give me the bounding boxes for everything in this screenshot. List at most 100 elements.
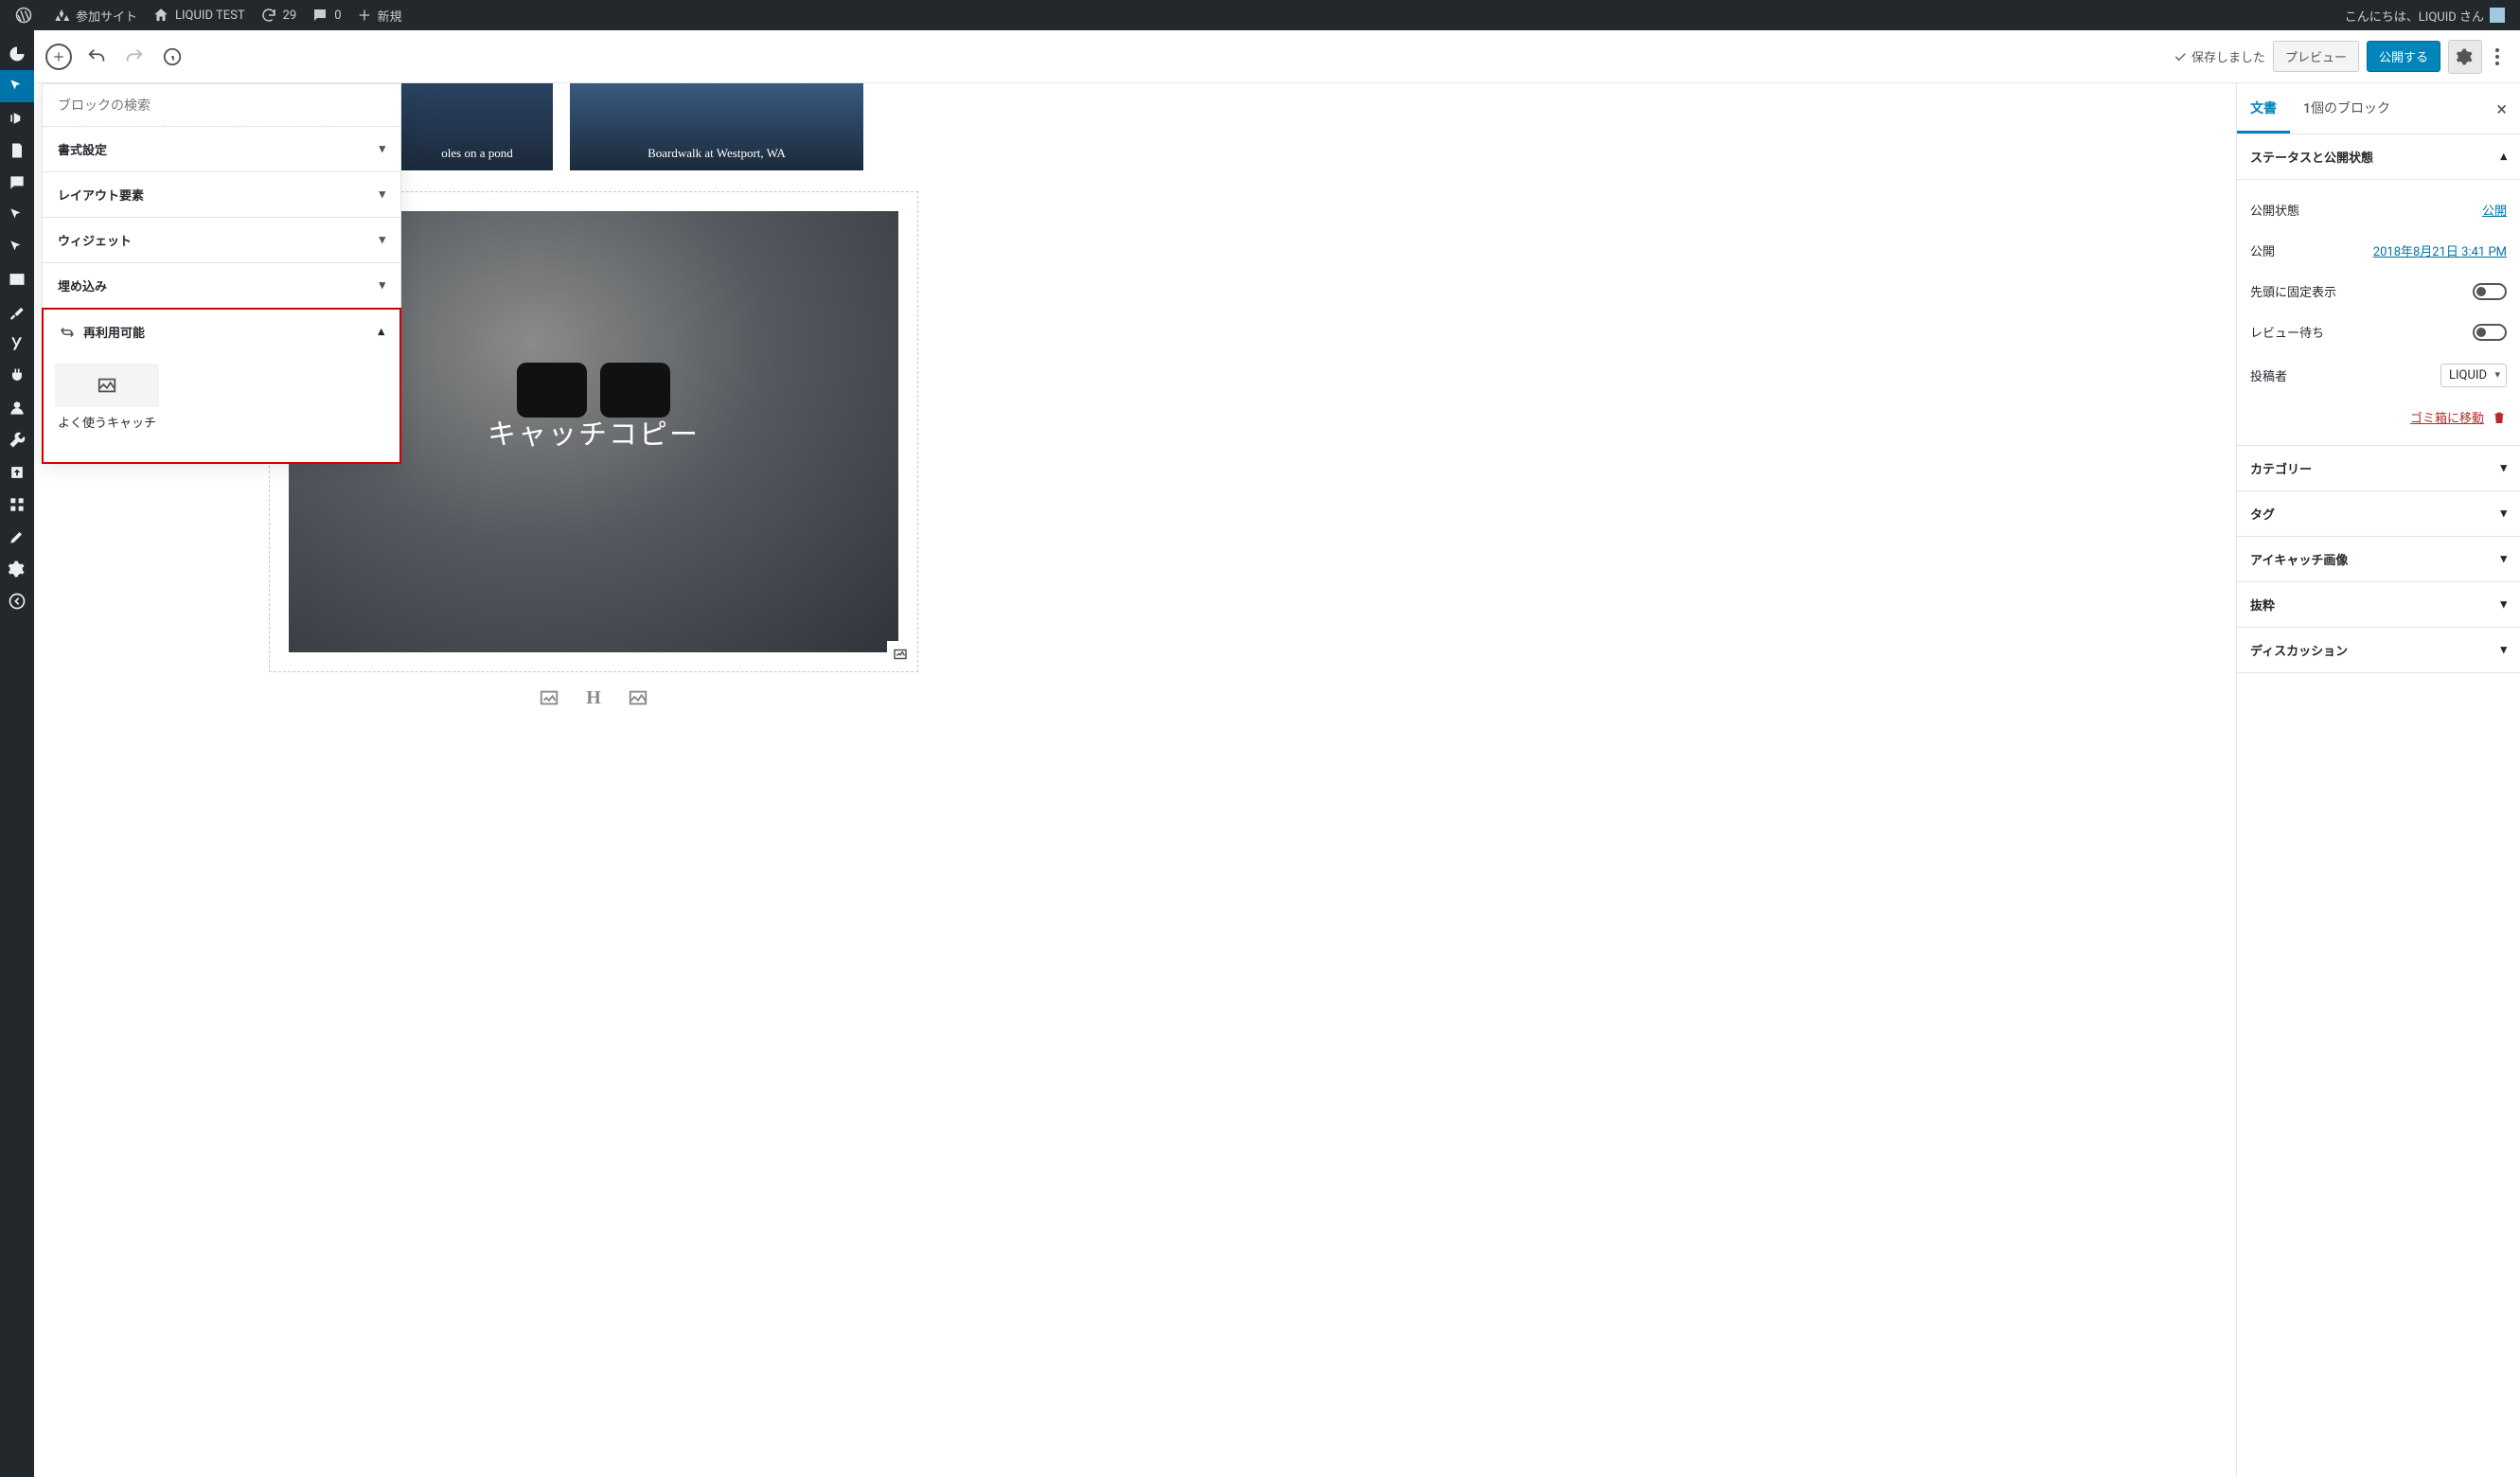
- block-inserter-toggle[interactable]: [42, 40, 76, 74]
- rail-collapse[interactable]: [0, 585, 34, 617]
- settings-sidebar: 文書 1個のブロック × ステータスと公開状態 ▴ 公開状態 公開 公開 201…: [2236, 83, 2520, 1477]
- rail-import[interactable]: [0, 456, 34, 489]
- redo-button[interactable]: [117, 40, 151, 74]
- search-input[interactable]: [43, 84, 400, 126]
- rail-pages[interactable]: [0, 134, 34, 167]
- rail-item-pin2[interactable]: [0, 231, 34, 263]
- author-select[interactable]: LIQUID: [2440, 364, 2507, 387]
- block-appender: H: [269, 678, 918, 719]
- editor-canvas: oles on a pond Boardwalk at Westport, WA…: [34, 83, 2236, 1477]
- panel-status-header[interactable]: ステータスと公開状態 ▴: [2237, 134, 2520, 180]
- wp-logo-menu[interactable]: [8, 0, 45, 30]
- panel-featured-image[interactable]: アイキャッチ画像 ▾: [2237, 537, 2520, 582]
- chevron-down-icon: ▾: [2500, 507, 2507, 521]
- tab-block[interactable]: 1個のブロック: [2290, 83, 2404, 133]
- panel-status-body: 公開状態 公開 公開 2018年8月21日 3:41 PM 先頭に固定表示 レビ…: [2237, 180, 2520, 446]
- rail-plugins[interactable]: [0, 360, 34, 392]
- reusable-block-label: よく使うキャッチ: [55, 415, 159, 434]
- category-label: レイアウト要素: [58, 186, 144, 204]
- reusable-header[interactable]: 再利用可能 ▴: [44, 310, 399, 354]
- cover-toolbar-icon[interactable]: [887, 641, 914, 667]
- publish-label: 公開: [2250, 241, 2275, 259]
- admin-bar: 参加サイト LIQUID TEST 29 0 新規: [0, 0, 2520, 30]
- rail-media[interactable]: [0, 102, 34, 134]
- panel-title: 抜粋: [2250, 596, 2275, 614]
- cover-block-icon[interactable]: [628, 687, 648, 709]
- rail-dashboard[interactable]: [0, 38, 34, 70]
- avatar: [2490, 8, 2505, 23]
- content-info-button[interactable]: [155, 40, 189, 74]
- gallery-item[interactable]: oles on a pond: [401, 83, 553, 170]
- pending-toggle[interactable]: [2473, 324, 2507, 341]
- multisite-icon: [53, 7, 70, 24]
- cover-title[interactable]: キャッチコピー: [488, 411, 700, 453]
- inserter-category-formatting[interactable]: 書式設定 ▾: [43, 127, 400, 172]
- chevron-down-icon: ▾: [2500, 643, 2507, 657]
- gallery-row: oles on a pond Boardwalk at Westport, WA: [401, 83, 2236, 170]
- image-block-icon[interactable]: [539, 687, 559, 709]
- preview-button[interactable]: プレビュー: [2273, 41, 2359, 72]
- chevron-down-icon: ▾: [379, 187, 385, 202]
- cover-image-placeholder: [517, 363, 670, 418]
- chevron-down-icon: ▾: [379, 142, 385, 156]
- panel-title: ディスカッション: [2250, 641, 2348, 659]
- editor-toolbar: 保存しました プレビュー 公開する: [34, 30, 2520, 83]
- admin-left-rail: [0, 30, 34, 1477]
- rail-tools[interactable]: [0, 424, 34, 456]
- heading-block-icon[interactable]: H: [586, 687, 601, 709]
- trash-icon: [2492, 410, 2507, 425]
- comments-menu[interactable]: 0: [304, 0, 348, 30]
- tab-document[interactable]: 文書: [2237, 83, 2290, 133]
- rail-settings[interactable]: [0, 553, 34, 585]
- save-status-text: 保存しました: [2192, 47, 2265, 65]
- plus-circle-icon: [45, 44, 72, 70]
- category-label: 再利用可能: [83, 323, 145, 341]
- comment-icon: [311, 7, 328, 24]
- gallery-item[interactable]: Boardwalk at Westport, WA: [570, 83, 863, 170]
- panel-tags[interactable]: タグ ▾: [2237, 491, 2520, 537]
- more-menu[interactable]: [2490, 47, 2505, 66]
- rail-mail[interactable]: [0, 263, 34, 295]
- move-to-trash-link[interactable]: ゴミ箱に移動: [2410, 408, 2484, 426]
- inserter-category-embeds[interactable]: 埋め込み ▾: [43, 263, 400, 309]
- chevron-down-icon: ▾: [379, 278, 385, 293]
- settings-toggle[interactable]: [2448, 40, 2482, 74]
- site-name-menu[interactable]: LIQUID TEST: [145, 0, 253, 30]
- category-label: 書式設定: [58, 140, 107, 158]
- panel-categories[interactable]: カテゴリー ▾: [2237, 446, 2520, 491]
- rail-item-pin1[interactable]: [0, 199, 34, 231]
- author-label: 投稿者: [2250, 366, 2287, 384]
- updates-menu[interactable]: 29: [253, 0, 305, 30]
- rail-edit[interactable]: [0, 521, 34, 553]
- rail-comments[interactable]: [0, 167, 34, 199]
- update-icon: [260, 7, 277, 24]
- undo-button[interactable]: [80, 40, 114, 74]
- rail-yoast[interactable]: [0, 328, 34, 360]
- greeting-text: こんにちは、LIQUID さん: [2345, 7, 2484, 25]
- updates-count: 29: [283, 9, 297, 23]
- my-sites-label: 参加サイト: [76, 7, 137, 25]
- publish-date-link[interactable]: 2018年8月21日 3:41 PM: [2373, 241, 2507, 259]
- visibility-value-link[interactable]: 公開: [2482, 201, 2507, 219]
- chevron-down-icon: ▾: [2500, 552, 2507, 566]
- category-label: 埋め込み: [58, 276, 107, 294]
- rail-appearance[interactable]: [0, 295, 34, 328]
- reusable-block-tile[interactable]: [55, 364, 159, 407]
- sticky-label: 先頭に固定表示: [2250, 282, 2336, 300]
- my-sites-menu[interactable]: 参加サイト: [45, 0, 145, 30]
- inserter-category-widgets[interactable]: ウィジェット ▾: [43, 218, 400, 263]
- panel-discussion[interactable]: ディスカッション ▾: [2237, 628, 2520, 673]
- gallery-caption: oles on a pond: [441, 146, 512, 161]
- publish-button[interactable]: 公開する: [2367, 41, 2440, 72]
- sticky-toggle[interactable]: [2473, 283, 2507, 300]
- panel-excerpt[interactable]: 抜粋 ▾: [2237, 582, 2520, 628]
- inserter-category-layout[interactable]: レイアウト要素 ▾: [43, 172, 400, 218]
- close-sidebar-button[interactable]: ×: [2483, 98, 2520, 120]
- user-menu[interactable]: こんにちは、LIQUID さん: [2337, 0, 2512, 30]
- rail-blocks[interactable]: [0, 489, 34, 521]
- rail-users[interactable]: [0, 392, 34, 424]
- save-status: 保存しました: [2173, 47, 2265, 65]
- new-content-menu[interactable]: 新規: [349, 0, 410, 30]
- chevron-down-icon: ▾: [2500, 597, 2507, 612]
- rail-posts[interactable]: [0, 70, 34, 102]
